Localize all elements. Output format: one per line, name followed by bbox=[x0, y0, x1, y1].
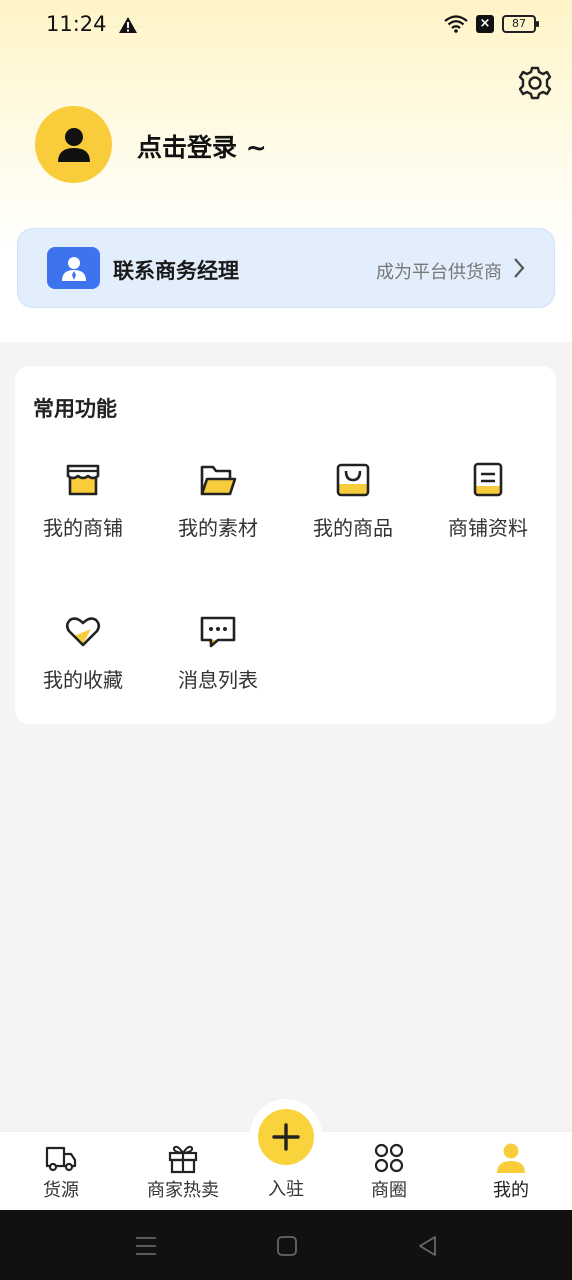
manager-icon bbox=[47, 247, 100, 289]
grid-icon bbox=[374, 1143, 404, 1173]
wifi-icon bbox=[444, 15, 468, 33]
menu-icon[interactable] bbox=[134, 1234, 158, 1258]
nav-item-business-circle[interactable]: 商圈 bbox=[339, 1132, 439, 1211]
nav-label: 商圈 bbox=[371, 1180, 407, 1201]
manager-subtitle: 成为平台供货商 bbox=[376, 262, 502, 283]
plus-icon bbox=[272, 1123, 300, 1151]
join-button[interactable] bbox=[258, 1109, 314, 1165]
func-label: 我的素材 bbox=[178, 516, 258, 540]
home-icon[interactable] bbox=[275, 1234, 299, 1258]
person-icon bbox=[497, 1143, 525, 1173]
func-my-favorites[interactable]: 我的收藏 bbox=[15, 612, 151, 722]
func-label: 我的商品 bbox=[313, 516, 393, 540]
nav-item-hot-sale[interactable]: 商家热卖 bbox=[133, 1132, 233, 1211]
profile-screen: 11:24 × 87 点击登录 ~ 联系商务经理 成为平台供货商 常用功能 我的… bbox=[0, 0, 572, 1280]
func-label: 我的商铺 bbox=[43, 516, 123, 540]
folder-icon bbox=[200, 465, 237, 496]
nav-label: 我的 bbox=[493, 1180, 529, 1201]
status-bar: 11:24 × 87 bbox=[0, 0, 572, 52]
chevron-right-icon bbox=[514, 258, 525, 278]
func-label: 消息列表 bbox=[178, 668, 258, 692]
func-my-products[interactable]: 我的商品 bbox=[285, 460, 421, 570]
nav-item-mine[interactable]: 我的 bbox=[461, 1132, 561, 1211]
manager-person-icon bbox=[61, 257, 86, 281]
common-functions-card: 常用功能 我的商铺 我的素材 我的商品 商铺资料 我的收藏 消息列表 bbox=[15, 366, 556, 724]
status-time: 11:24 bbox=[46, 12, 107, 36]
user-icon bbox=[57, 127, 90, 162]
func-label: 我的收藏 bbox=[43, 668, 123, 692]
func-message-list[interactable]: 消息列表 bbox=[150, 612, 286, 722]
message-icon bbox=[200, 616, 236, 648]
functions-title: 常用功能 bbox=[33, 397, 117, 421]
heart-icon bbox=[65, 617, 101, 647]
back-icon[interactable] bbox=[416, 1234, 440, 1258]
func-my-materials[interactable]: 我的素材 bbox=[150, 460, 286, 570]
nav-item-supply[interactable]: 货源 bbox=[11, 1132, 111, 1211]
store-icon bbox=[66, 464, 100, 496]
truck-icon bbox=[45, 1146, 77, 1172]
func-label: 商铺资料 bbox=[448, 516, 528, 540]
document-icon bbox=[473, 462, 503, 497]
battery-level: 87 bbox=[512, 17, 526, 30]
gear-icon[interactable] bbox=[516, 64, 554, 102]
avatar[interactable] bbox=[35, 106, 112, 183]
nav-label: 商家热卖 bbox=[147, 1180, 219, 1201]
nav-label: 货源 bbox=[43, 1180, 79, 1201]
gift-icon bbox=[168, 1145, 198, 1174]
join-label: 入驻 bbox=[268, 1179, 304, 1200]
warning-icon bbox=[119, 17, 137, 33]
battery-icon: 87 bbox=[502, 15, 539, 33]
notification-x-icon: × bbox=[476, 15, 494, 33]
system-navigation-bar bbox=[0, 1210, 572, 1280]
manager-title: 联系商务经理 bbox=[113, 259, 239, 283]
login-prompt[interactable]: 点击登录 ~ bbox=[137, 128, 267, 164]
status-icons: × 87 bbox=[444, 15, 539, 33]
contact-manager-card[interactable]: 联系商务经理 成为平台供货商 bbox=[17, 228, 555, 308]
shopping-bag-icon bbox=[336, 463, 370, 497]
func-my-store[interactable]: 我的商铺 bbox=[15, 460, 151, 570]
func-store-info[interactable]: 商铺资料 bbox=[420, 460, 556, 570]
